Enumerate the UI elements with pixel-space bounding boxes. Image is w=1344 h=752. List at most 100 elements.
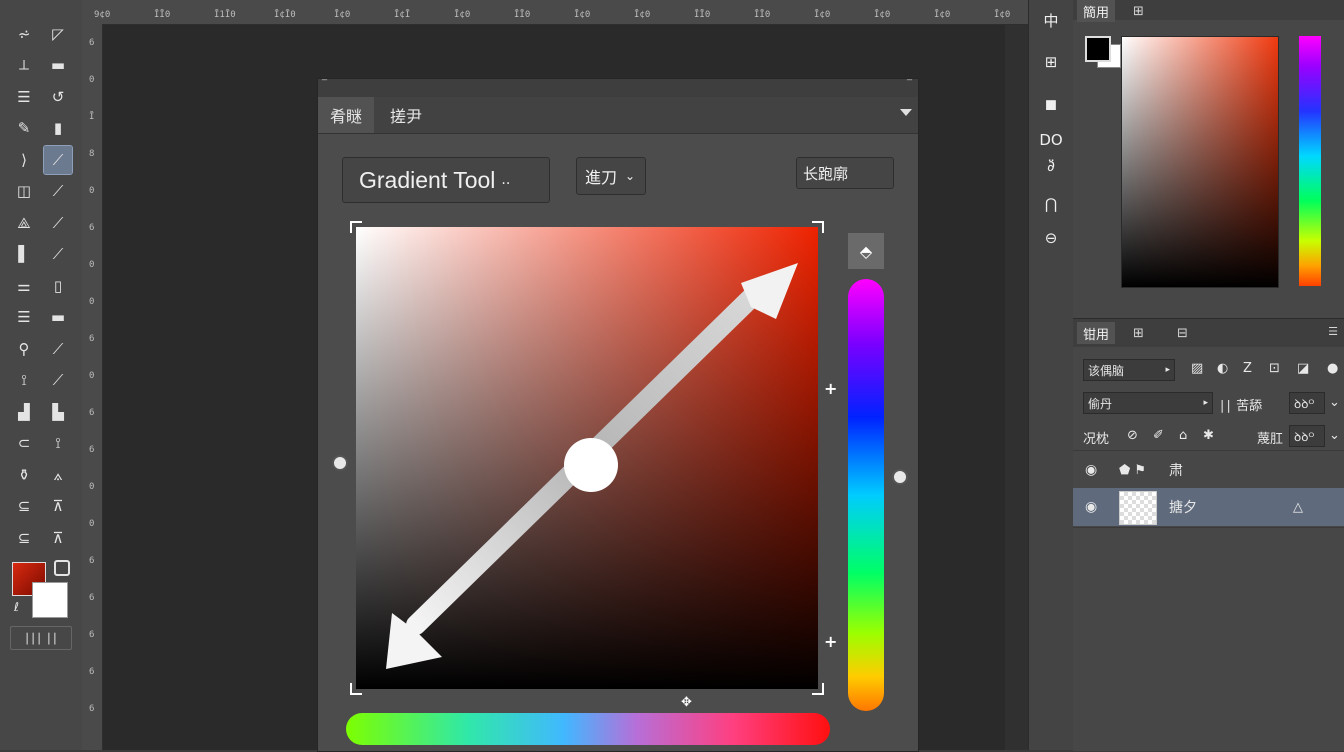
- tab-secondary[interactable]: 搓尹: [378, 97, 434, 133]
- dock-icon-history[interactable]: ⊖: [1029, 222, 1073, 254]
- field-bottom-handle-icon[interactable]: ✥: [681, 695, 692, 710]
- opacity-arrow-icon[interactable]: ⌄: [1329, 395, 1340, 410]
- swap-colors-icon[interactable]: [54, 560, 70, 576]
- collapse-icon[interactable]: ‾: [322, 79, 327, 90]
- tool-button-8[interactable]: ▮: [44, 115, 72, 143]
- opacity-field[interactable]: ꝺꝺᴼ: [1289, 392, 1325, 414]
- field-left-handle[interactable]: [332, 455, 348, 471]
- tool-button-20[interactable]: ▬: [44, 304, 72, 332]
- filter-shape-icon[interactable]: ⊡: [1269, 361, 1280, 376]
- color-hue-slider[interactable]: [1299, 36, 1321, 286]
- gradient-mode-dropdown[interactable]: 進刀 ⌄: [576, 157, 646, 195]
- dialog-tab-bar: 肴瞇 搓尹: [318, 97, 918, 134]
- filter-adjust-icon[interactable]: ◐: [1217, 361, 1228, 376]
- lock-all-icon[interactable]: ✱: [1203, 428, 1214, 443]
- picker-icon-button[interactable]: ⬘: [848, 233, 884, 269]
- tool-button-7[interactable]: ✎: [10, 115, 38, 143]
- default-colors-icon[interactable]: ℓ: [14, 600, 19, 614]
- gradient-preset-field[interactable]: 长跑廓: [796, 157, 894, 189]
- add-stop-icon[interactable]: +: [824, 634, 837, 650]
- layer-name: 搪夕: [1169, 500, 1197, 516]
- foreground-color-chip[interactable]: [1085, 36, 1111, 62]
- tool-button-28[interactable]: ⟟: [44, 430, 72, 458]
- gradient-tool-dropdown[interactable]: Gradient Tool ..: [342, 157, 550, 203]
- tool-button-21[interactable]: ⚲: [10, 335, 38, 363]
- tool-button-14[interactable]: ⟋: [44, 209, 72, 237]
- ruler-tick-label: ĪĪ0: [514, 10, 531, 20]
- visibility-eye-icon[interactable]: ◉: [1085, 462, 1097, 478]
- tool-button-15[interactable]: ▌: [10, 241, 38, 269]
- tab-color[interactable]: 簡用: [1077, 0, 1116, 22]
- tool-button-11[interactable]: ◫: [10, 178, 38, 206]
- background-color-swatch[interactable]: [32, 582, 68, 618]
- tool-button-10[interactable]: ⟋: [43, 145, 73, 175]
- tool-button-3[interactable]: ⟂: [10, 52, 38, 80]
- tool-button-31[interactable]: ⊆: [10, 493, 38, 521]
- ruler-tick-label: Ī¢0: [334, 10, 351, 20]
- dock-icon-adjust[interactable]: ∂̈: [1029, 150, 1073, 182]
- lock-paint-icon[interactable]: ✐: [1153, 428, 1164, 443]
- tool-button-22[interactable]: ⟋: [44, 335, 72, 363]
- tool-button-18[interactable]: ▯: [44, 272, 72, 300]
- fill-field[interactable]: ꝺꝺᴼ: [1289, 425, 1325, 447]
- right-panels: 簡用 ⊞ 钳用 ⊞ ⊟ ☰ 该偶脑 ▸ ▨ ◐ Z ⊡ ◪ ● 偷丹 ▸ ∣∣ …: [1073, 0, 1344, 751]
- tool-button-33[interactable]: ⊆: [10, 524, 38, 552]
- lock-position-icon[interactable]: ⌂: [1179, 428, 1187, 443]
- tool-button-30[interactable]: ⟑: [44, 461, 72, 489]
- filter-type-icon[interactable]: Z: [1243, 361, 1252, 376]
- visibility-eye-icon[interactable]: ◉: [1085, 499, 1097, 515]
- tool-button-1[interactable]: ⩫: [10, 20, 38, 48]
- horizontal-ruler: 9¢0 ĪĪ0 Ī1Ī0 Ī¢Ī0 Ī¢0 Ī¢Ī Ī¢0 ĪĪ0 Ī¢0 Ī¢0 ĪĪ0 ĪĪ0 Ī¢…: [82, 0, 1028, 25]
- tab-primary[interactable]: 肴瞇: [318, 97, 375, 133]
- tool-button-34[interactable]: ⊼: [44, 524, 72, 552]
- filter-smart-icon[interactable]: ◪: [1297, 361, 1309, 376]
- dialog-menu-icon[interactable]: [900, 109, 912, 116]
- dialog-titlebar[interactable]: ‾ ‾: [318, 79, 918, 97]
- tool-button-4[interactable]: ▬: [44, 52, 72, 80]
- dock-icon-grid[interactable]: ⊞: [1029, 46, 1073, 78]
- tool-button-5[interactable]: ☰: [10, 83, 38, 111]
- hue-slider-handle[interactable]: [892, 469, 908, 485]
- gradient-direction-arrow[interactable]: [356, 227, 818, 689]
- vertical-hue-slider[interactable]: [848, 279, 884, 711]
- tool-button-12[interactable]: ⟋: [44, 178, 72, 206]
- ruler-tick-label: Ī1Ī0: [214, 10, 236, 20]
- tool-button-27[interactable]: ⊂: [10, 430, 38, 458]
- tab-swatches[interactable]: ⊞: [1127, 0, 1150, 22]
- tool-button-2[interactable]: ◸: [44, 20, 72, 48]
- quick-mask-button[interactable]: ∣∣∣ ∣∣: [10, 626, 72, 650]
- tool-button-19[interactable]: ☰: [10, 304, 38, 332]
- tool-button-17[interactable]: ⚌: [10, 272, 38, 300]
- tab-layers[interactable]: 钳用: [1077, 322, 1116, 344]
- tool-button-24[interactable]: ⟋: [44, 367, 72, 395]
- tool-button-25[interactable]: ▟: [10, 398, 38, 426]
- add-stop-icon[interactable]: +: [824, 381, 837, 397]
- dock-icon-character[interactable]: 中: [1029, 4, 1073, 36]
- tool-button-26[interactable]: ▙: [44, 398, 72, 426]
- tab-channels[interactable]: ⊞: [1127, 322, 1150, 344]
- tool-button-16[interactable]: ⟋: [44, 241, 72, 269]
- ruler-tick-label: 9¢0: [94, 10, 111, 20]
- color-picker-field[interactable]: [1121, 36, 1279, 288]
- dock-icon-swatch[interactable]: ◼: [1029, 88, 1073, 120]
- tab-paths[interactable]: ⊟: [1171, 322, 1194, 344]
- close-icon[interactable]: ‾: [907, 79, 912, 90]
- tool-button-6[interactable]: ↺: [44, 83, 72, 111]
- tool-button-32[interactable]: ⊼: [44, 493, 72, 521]
- layer-row[interactable]: ◉ ⬟ ⚑ 肃: [1073, 450, 1344, 489]
- fill-arrow-icon[interactable]: ⌄: [1329, 428, 1340, 443]
- layer-row-selected[interactable]: ◉ 搪夕 △: [1073, 488, 1344, 526]
- ruler-tick-label: ĪĪ0: [154, 10, 171, 20]
- panel-menu-icon[interactable]: ☰: [1328, 325, 1338, 338]
- dock-icon-paths[interactable]: ⋂: [1029, 188, 1073, 220]
- horizontal-hue-slider[interactable]: [346, 713, 830, 745]
- tool-button-23[interactable]: ⟟: [10, 367, 38, 395]
- filter-toggle-icon[interactable]: ●: [1327, 361, 1338, 376]
- tool-button-13[interactable]: ⟁: [10, 209, 38, 237]
- blend-mode-dropdown[interactable]: 偷丹 ▸: [1083, 392, 1213, 414]
- tool-button-29[interactable]: ⚱: [10, 461, 38, 489]
- layer-filter-kind[interactable]: 该偶脑 ▸: [1083, 359, 1175, 381]
- tool-button-9[interactable]: ⟩: [10, 146, 38, 174]
- lock-transparent-icon[interactable]: ⊘: [1127, 428, 1138, 443]
- filter-pixel-icon[interactable]: ▨: [1191, 361, 1203, 376]
